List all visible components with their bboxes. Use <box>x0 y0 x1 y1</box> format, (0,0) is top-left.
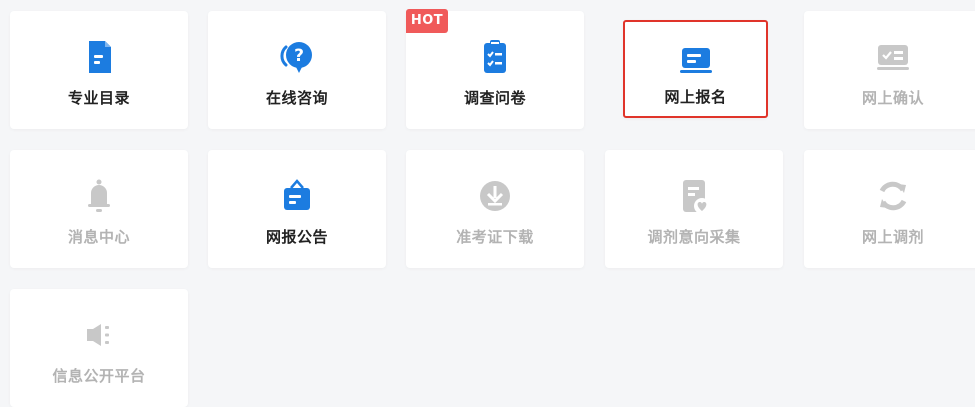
tile-wangshang-tiaoji[interactable]: 网上调剂 <box>804 150 975 268</box>
clipboard-checklist-icon <box>484 40 506 73</box>
form-heart-icon <box>683 180 710 214</box>
question-chat-icon: ? <box>280 42 312 73</box>
tile-xiaoxi-zhongxin[interactable]: 消息中心 <box>10 150 188 268</box>
hot-badge: HOT <box>406 9 448 33</box>
tile-label: 网报公告 <box>265 228 328 246</box>
tile-zhunkaozheng-xiazai[interactable]: 准考证下载 <box>406 150 584 268</box>
tile-zaixian-zixun[interactable]: ? 在线咨询 <box>208 11 386 129</box>
tile-label: 在线咨询 <box>265 89 328 107</box>
tile-label: 调剂意向采集 <box>647 228 741 246</box>
tile-tiaoji-yixiang-caiji[interactable]: 调剂意向采集 <box>605 150 783 268</box>
tile-label: 网上确认 <box>861 89 924 107</box>
download-circle-icon <box>480 181 510 211</box>
svg-text:?: ? <box>294 46 304 66</box>
tile-label: 调查问卷 <box>463 89 526 107</box>
tile-label: 网上报名 <box>664 88 727 106</box>
tile-label: 准考证下载 <box>456 228 534 246</box>
tile-label: 网上调剂 <box>861 228 924 246</box>
tile-zhuanye-mulu[interactable]: 专业目录 <box>10 11 188 129</box>
refresh-icon <box>879 181 907 211</box>
tile-wangbao-gonggao[interactable]: 网报公告 <box>208 150 386 268</box>
tile-wangshang-baoming[interactable]: 网上报名 <box>623 20 768 118</box>
tile-label: 消息中心 <box>67 228 130 246</box>
tile-xinxi-gongkai-pingtai[interactable]: 信息公开平台 <box>10 289 188 407</box>
tile-label: 信息公开平台 <box>52 367 146 385</box>
laptop-form-icon <box>679 48 712 73</box>
tile-diaocha-wenjuan[interactable]: HOT 调查问卷 <box>406 9 584 129</box>
speaker-icon <box>87 324 109 346</box>
checkbox-card-icon <box>877 45 909 70</box>
document-icon <box>89 41 111 73</box>
notice-board-icon <box>284 179 310 210</box>
bell-icon <box>88 179 110 212</box>
tile-label: 专业目录 <box>67 89 130 107</box>
tile-wangshang-queren[interactable]: 网上确认 <box>804 11 975 129</box>
